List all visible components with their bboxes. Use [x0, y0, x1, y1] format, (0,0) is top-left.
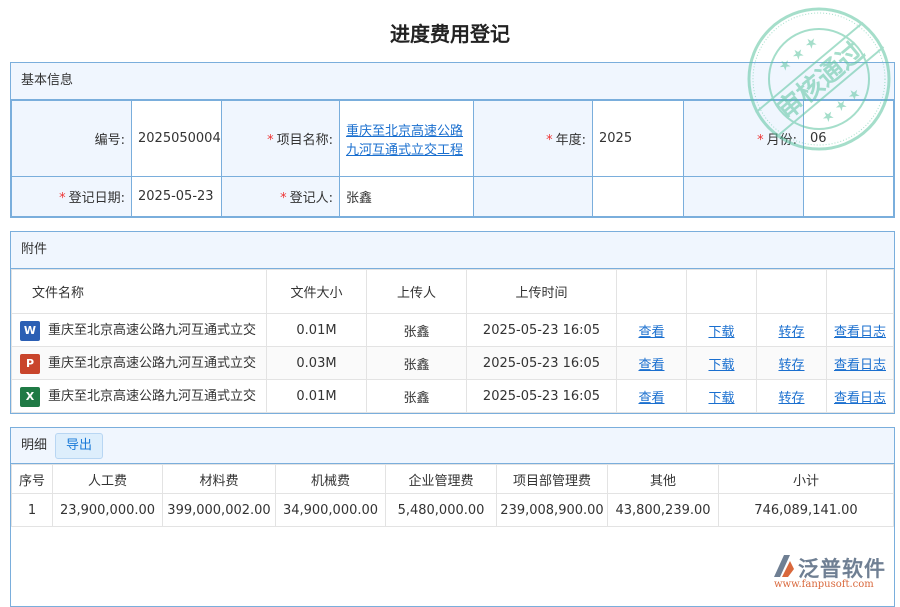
file-size: 0.01M [267, 380, 367, 413]
required-mark: * [280, 191, 287, 206]
uploader: 张鑫 [367, 314, 467, 347]
file-name: 重庆至北京高速公路九河互通式立交 [48, 356, 256, 371]
month-value: 06 [804, 101, 894, 177]
page-title: 进度费用登记 [0, 18, 900, 47]
upload-time: 2025-05-23 16:05 [467, 314, 617, 347]
file-name: 重庆至北京高速公路九河互通式立交 [48, 389, 256, 404]
code-label: 编号: [12, 101, 132, 177]
file-size: 0.01M [267, 314, 367, 347]
file-size: 0.03M [267, 347, 367, 380]
project-label: 项目名称: [277, 133, 333, 148]
detail-panel: 明细导出 序号 人工费 材料费 机械费 企业管理费 项目部管理费 其他 小计 1… [10, 427, 895, 607]
cell-enterprise-mgmt: 5,480,000.00 [386, 494, 497, 527]
excel-file-icon: X [20, 387, 40, 407]
person-value: 张鑫 [340, 177, 474, 217]
logo-icon [770, 553, 796, 579]
cell-index: 1 [12, 494, 53, 527]
col-uploader: 上传人 [367, 270, 467, 314]
year-value: 2025 [593, 101, 684, 177]
basic-info-header: 基本信息 [11, 63, 894, 100]
person-label: 登记人: [290, 191, 333, 206]
view-link[interactable]: 查看 [638, 391, 664, 406]
cell-labor: 23,900,000.00 [53, 494, 163, 527]
attachment-row: P 重庆至北京高速公路九河互通式立交 0.03M 张鑫 2025-05-23 16… [12, 347, 894, 380]
col-index: 序号 [12, 465, 53, 494]
basic-info-panel: 基本信息 编号: 2025050004 *项目名称: 重庆至北京高速公路九河互通… [10, 62, 895, 218]
required-mark: * [59, 191, 66, 206]
upload-time: 2025-05-23 16:05 [467, 347, 617, 380]
export-button[interactable]: 导出 [55, 433, 103, 459]
col-file-size: 文件大小 [267, 270, 367, 314]
download-link[interactable]: 下载 [708, 391, 734, 406]
required-mark: * [267, 133, 274, 148]
upload-time: 2025-05-23 16:05 [467, 380, 617, 413]
date-value: 2025-05-23 [132, 177, 222, 217]
save-to-link[interactable]: 转存 [778, 358, 804, 373]
required-mark: * [757, 133, 764, 148]
year-label: 年度: [556, 133, 586, 148]
cell-other: 43,800,239.00 [608, 494, 719, 527]
view-log-link[interactable]: 查看日志 [834, 358, 886, 373]
logo-url: www.fanpusoft.com [774, 579, 874, 590]
col-enterprise-mgmt: 企业管理费 [386, 465, 497, 494]
cell-project-mgmt: 239,008,900.00 [497, 494, 608, 527]
cell-machinery: 34,900,000.00 [276, 494, 386, 527]
attachment-row: X 重庆至北京高速公路九河互通式立交 0.01M 张鑫 2025-05-23 16… [12, 380, 894, 413]
uploader: 张鑫 [367, 347, 467, 380]
detail-header: 明细 [21, 438, 47, 453]
word-file-icon: W [20, 321, 40, 341]
save-to-link[interactable]: 转存 [778, 391, 804, 406]
col-project-mgmt: 项目部管理费 [497, 465, 608, 494]
cell-subtotal: 746,089,141.00 [719, 494, 894, 527]
month-label: 月份: [767, 133, 797, 148]
col-other: 其他 [608, 465, 719, 494]
table-row: 1 23,900,000.00 399,000,002.00 34,900,00… [12, 494, 894, 527]
col-subtotal: 小计 [719, 465, 894, 494]
col-machinery: 机械费 [276, 465, 386, 494]
download-link[interactable]: 下载 [708, 325, 734, 340]
save-to-link[interactable]: 转存 [778, 325, 804, 340]
col-upload-time: 上传时间 [467, 270, 617, 314]
date-label: 登记日期: [69, 191, 125, 206]
attachments-header: 附件 [11, 232, 894, 269]
file-name: 重庆至北京高速公路九河互通式立交 [48, 323, 256, 338]
fanpusoft-logo: 泛普软件 www.fanpusoft.com [770, 553, 796, 583]
download-link[interactable]: 下载 [708, 358, 734, 373]
attachments-panel: 附件 文件名称 文件大小 上传人 上传时间 W 重庆至北京高速公路九河互通式立交 … [10, 231, 895, 414]
ppt-file-icon: P [20, 354, 40, 374]
attachment-row: W 重庆至北京高速公路九河互通式立交 0.01M 张鑫 2025-05-23 16… [12, 314, 894, 347]
cell-material: 399,000,002.00 [163, 494, 276, 527]
project-link[interactable]: 重庆至北京高速公路九河互通式立交工程 [346, 124, 463, 158]
uploader: 张鑫 [367, 380, 467, 413]
view-log-link[interactable]: 查看日志 [834, 391, 886, 406]
view-link[interactable]: 查看 [638, 325, 664, 340]
required-mark: * [546, 133, 553, 148]
col-material: 材料费 [163, 465, 276, 494]
col-labor: 人工费 [53, 465, 163, 494]
view-log-link[interactable]: 查看日志 [834, 325, 886, 340]
view-link[interactable]: 查看 [638, 358, 664, 373]
col-file-name: 文件名称 [12, 270, 267, 314]
code-value: 2025050004 [132, 101, 222, 177]
